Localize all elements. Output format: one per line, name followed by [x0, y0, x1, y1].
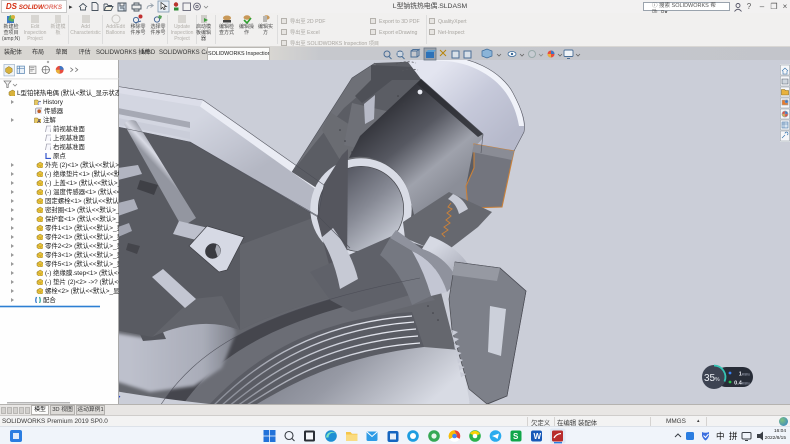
- svg-text:S: S: [513, 432, 519, 441]
- svg-text:W: W: [534, 432, 542, 441]
- svg-text:A: A: [37, 119, 41, 123]
- svg-text:拼: 拼: [729, 431, 738, 441]
- svg-text:中: 中: [716, 431, 725, 441]
